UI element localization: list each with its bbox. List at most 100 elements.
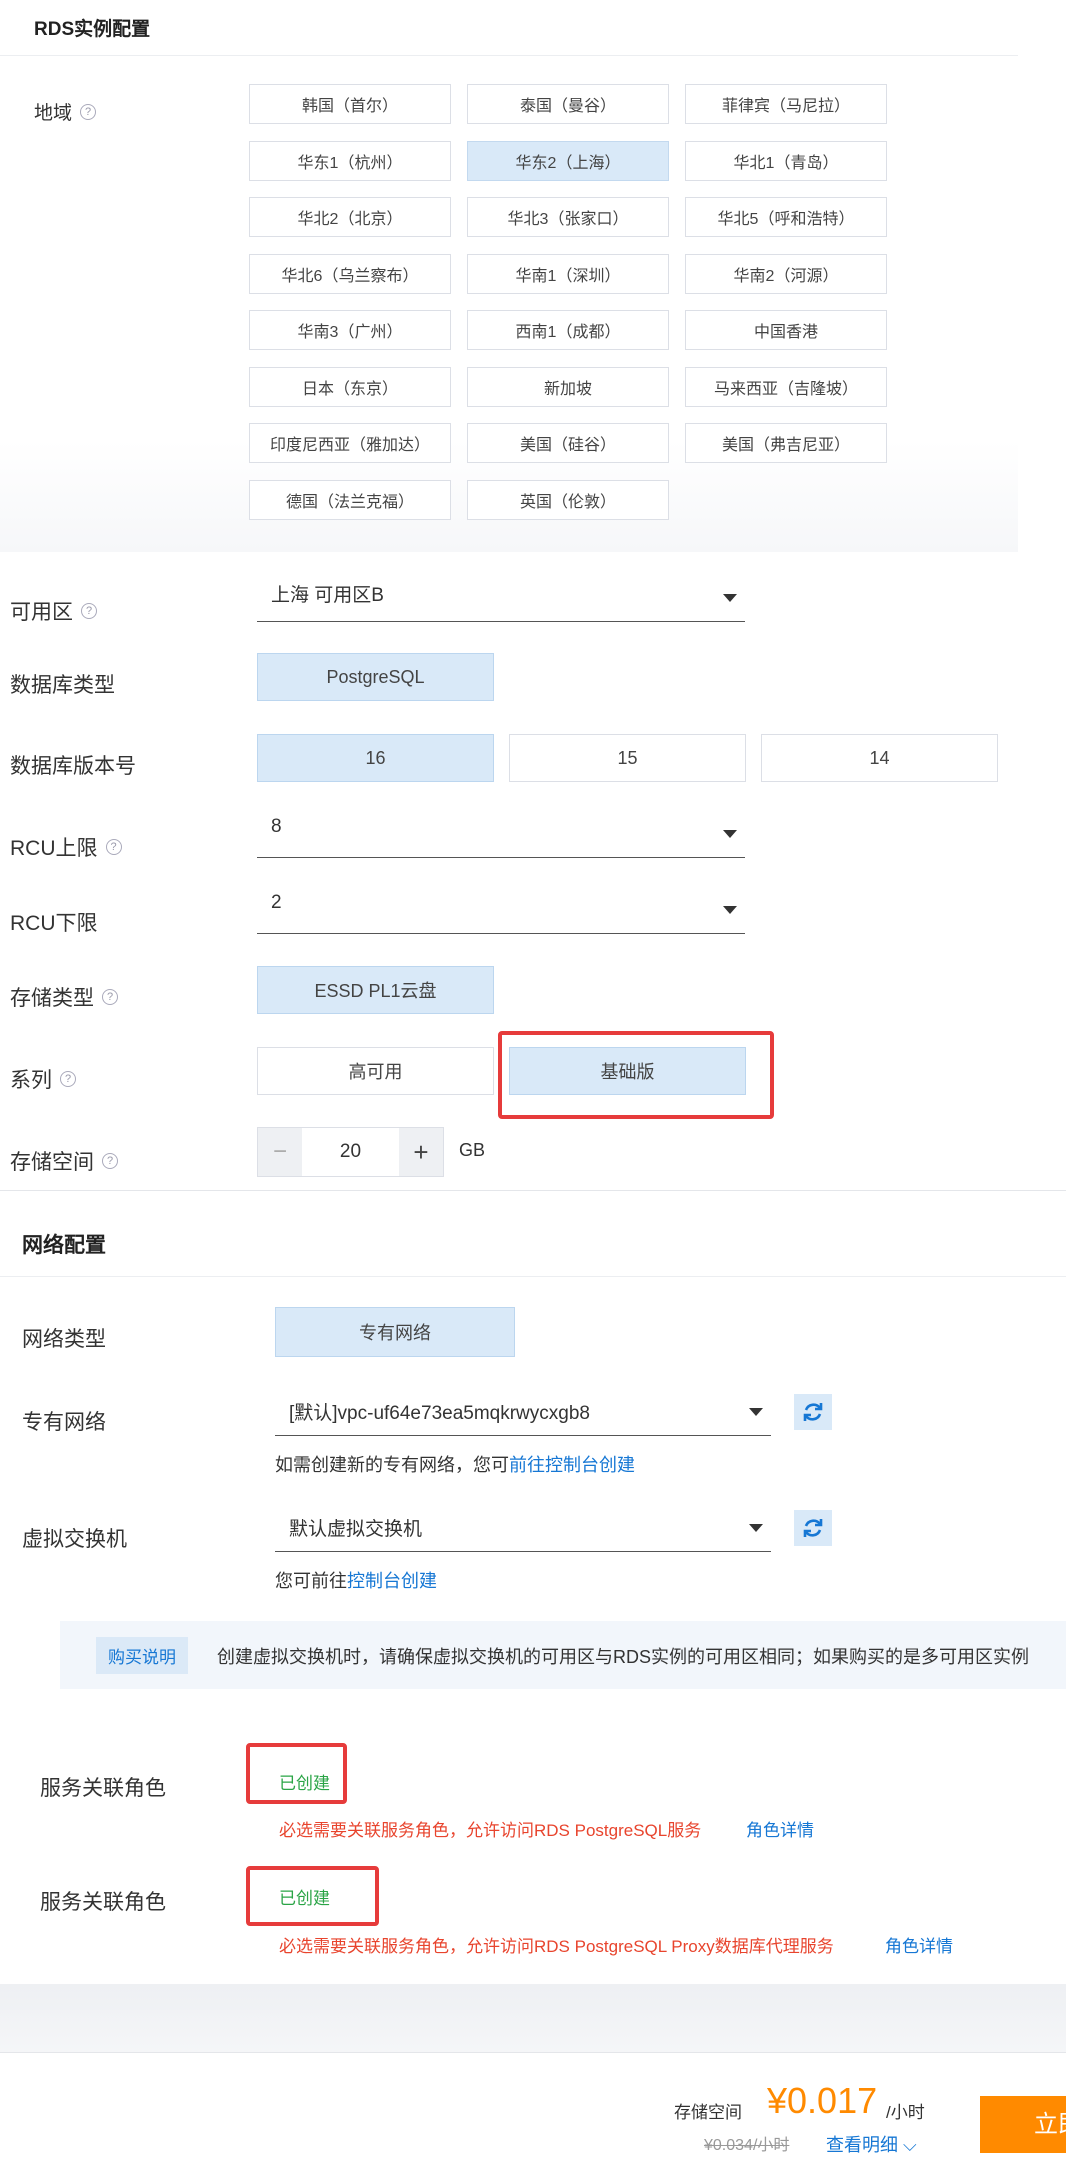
storage-space-stepper: − 20 + bbox=[257, 1127, 444, 1177]
service-role-1-detail-link[interactable]: 角色详情 bbox=[746, 1816, 814, 1841]
region-option[interactable]: 泰国（曼谷） bbox=[467, 84, 669, 124]
network-type-option-vpc[interactable]: 专有网络 bbox=[275, 1307, 515, 1357]
help-icon[interactable]: ? bbox=[102, 1153, 118, 1170]
region-option[interactable]: 西南1（成都） bbox=[467, 310, 669, 350]
vpc-value: [默认]vpc-uf64e73ea5mqkrwycxgb8 bbox=[289, 1403, 590, 1424]
chevron-down-icon bbox=[749, 1408, 763, 1416]
vpc-select[interactable]: [默认]vpc-uf64e73ea5mqkrwycxgb8 bbox=[275, 1390, 771, 1436]
db-version-option-16[interactable]: 16 bbox=[257, 734, 494, 782]
plus-button[interactable]: + bbox=[399, 1128, 443, 1176]
region-option[interactable]: 华北1（青岛） bbox=[685, 141, 887, 181]
chevron-down-icon: ⌵ bbox=[903, 2135, 917, 2155]
region-label: 地域? bbox=[34, 98, 97, 125]
help-icon[interactable]: ? bbox=[105, 839, 122, 856]
storage-type-option-essd[interactable]: ESSD PL1云盘 bbox=[257, 966, 494, 1014]
region-option[interactable]: 美国（弗吉尼亚） bbox=[685, 423, 887, 463]
vswitch-value: 默认虚拟交换机 bbox=[289, 1519, 423, 1540]
notice-text: 创建虚拟交换机时，请确保虚拟交换机的可用区与RDS实例的可用区相同；如果购买的是… bbox=[217, 1647, 1029, 1667]
buy-button[interactable]: 立即 bbox=[980, 2096, 1066, 2153]
region-option[interactable]: 华北2（北京） bbox=[249, 197, 451, 237]
minus-button[interactable]: − bbox=[258, 1128, 302, 1176]
service-role-1-warning: 必选需要关联服务角色，允许访问RDS PostgreSQL服务 bbox=[279, 1821, 702, 1840]
vpc-refresh-button[interactable] bbox=[794, 1394, 832, 1430]
help-icon[interactable]: ? bbox=[81, 603, 97, 620]
chevron-down-icon bbox=[749, 1524, 763, 1532]
region-option[interactable]: 华南3（广州） bbox=[249, 310, 451, 350]
service-role-1-label: 服务关联角色 bbox=[40, 1777, 166, 1800]
vpc-hint: 如需创建新的专有网络，您可前往控制台创建 bbox=[275, 1455, 635, 1475]
region-option[interactable]: 新加坡 bbox=[467, 367, 669, 407]
db-version-option-14[interactable]: 14 bbox=[761, 734, 998, 782]
zone-select[interactable]: 上海 可用区B bbox=[257, 580, 745, 622]
help-icon[interactable]: ? bbox=[80, 103, 97, 120]
storage-space-label: 存储空间? bbox=[10, 1146, 118, 1176]
region-option[interactable]: 华东2（上海） bbox=[467, 141, 669, 181]
rcu-max-select[interactable]: 8 bbox=[257, 816, 745, 858]
vswitch-select[interactable]: 默认虚拟交换机 bbox=[275, 1506, 771, 1552]
highlight-box bbox=[246, 1743, 347, 1804]
service-role-2-detail-link[interactable]: 角色详情 bbox=[885, 1932, 953, 1957]
region-option[interactable]: 华北6（乌兰察布） bbox=[249, 254, 451, 294]
footer-price-unit: /小时 bbox=[886, 2103, 925, 2122]
region-option[interactable]: 德国（法兰克福） bbox=[249, 480, 451, 520]
storage-type-label: 存储类型? bbox=[10, 982, 118, 1012]
vpc-label: 专有网络 bbox=[22, 1411, 106, 1434]
network-type-label: 网络类型 bbox=[22, 1328, 106, 1351]
region-option[interactable]: 马来西亚（吉隆坡） bbox=[685, 367, 887, 407]
chevron-down-icon bbox=[723, 594, 737, 602]
zone-label: 可用区? bbox=[10, 596, 97, 626]
footer-gap bbox=[0, 1984, 1066, 2052]
vswitch-label: 虚拟交换机 bbox=[22, 1528, 127, 1551]
vpc-console-link[interactable]: 前往控制台创建 bbox=[509, 1455, 635, 1475]
divider bbox=[0, 1276, 1066, 1277]
refresh-icon bbox=[803, 1403, 823, 1421]
footer-price: ¥0.017 bbox=[767, 2080, 878, 2121]
vswitch-refresh-button[interactable] bbox=[794, 1510, 832, 1546]
storage-unit: GB bbox=[459, 1140, 486, 1160]
refresh-icon bbox=[803, 1519, 823, 1537]
region-option[interactable]: 英国（伦敦） bbox=[467, 480, 669, 520]
rcu-min-value: 2 bbox=[271, 892, 282, 913]
region-option[interactable]: 华南1（深圳） bbox=[467, 254, 669, 294]
series-label: 系列? bbox=[10, 1064, 76, 1094]
footer-original-price: ¥0.034/小时 bbox=[704, 2137, 790, 2154]
storage-space-input[interactable]: 20 bbox=[302, 1128, 399, 1176]
divider bbox=[0, 1190, 1066, 1191]
region-option[interactable]: 韩国（首尔） bbox=[249, 84, 451, 124]
chevron-down-icon bbox=[723, 906, 737, 914]
help-icon[interactable]: ? bbox=[102, 989, 118, 1006]
region-option[interactable]: 美国（硅谷） bbox=[467, 423, 669, 463]
footer-price-label: 存储空间 bbox=[674, 2103, 742, 2122]
series-option-high-availability[interactable]: 高可用 bbox=[257, 1047, 494, 1095]
network-section-title: 网络配置 bbox=[22, 1234, 106, 1257]
vswitch-console-link[interactable]: 控制台创建 bbox=[347, 1571, 437, 1591]
region-option[interactable]: 华东1（杭州） bbox=[249, 141, 451, 181]
divider bbox=[0, 55, 1018, 56]
rcu-max-label: RCU上限? bbox=[10, 832, 122, 862]
region-option[interactable]: 中国香港 bbox=[685, 310, 887, 350]
region-option[interactable]: 印度尼西亚（雅加达） bbox=[249, 423, 451, 463]
rcu-min-label: RCU下限 bbox=[10, 912, 98, 935]
highlight-box bbox=[498, 1031, 774, 1119]
region-option[interactable]: 华北3（张家口） bbox=[467, 197, 669, 237]
notice-tag: 购买说明 bbox=[96, 1637, 188, 1674]
db-type-label: 数据库类型 bbox=[10, 674, 115, 697]
region-option[interactable]: 菲律宾（马尼拉） bbox=[685, 84, 887, 124]
rcu-min-select[interactable]: 2 bbox=[257, 892, 745, 934]
rcu-max-value: 8 bbox=[271, 816, 282, 837]
rds-section-title: RDS实例配置 bbox=[34, 19, 151, 40]
region-option[interactable]: 日本（东京） bbox=[249, 367, 451, 407]
region-option[interactable]: 华北5（呼和浩特） bbox=[685, 197, 887, 237]
db-version-label: 数据库版本号 bbox=[10, 755, 136, 778]
region-option[interactable]: 华南2（河源） bbox=[685, 254, 887, 294]
service-role-2-warning: 必选需要关联服务角色，允许访问RDS PostgreSQL Proxy数据库代理… bbox=[279, 1937, 834, 1956]
chevron-down-icon bbox=[723, 830, 737, 838]
zone-value: 上海 可用区B bbox=[271, 585, 384, 606]
db-version-option-15[interactable]: 15 bbox=[509, 734, 746, 782]
db-type-option-postgresql[interactable]: PostgreSQL bbox=[257, 653, 494, 701]
help-icon[interactable]: ? bbox=[60, 1071, 76, 1088]
service-role-2-label: 服务关联角色 bbox=[40, 1891, 166, 1914]
vswitch-hint: 您可前往控制台创建 bbox=[275, 1571, 437, 1591]
footer-detail-link[interactable]: 查看明细 ⌵ bbox=[826, 2131, 917, 2157]
highlight-box bbox=[246, 1866, 379, 1926]
